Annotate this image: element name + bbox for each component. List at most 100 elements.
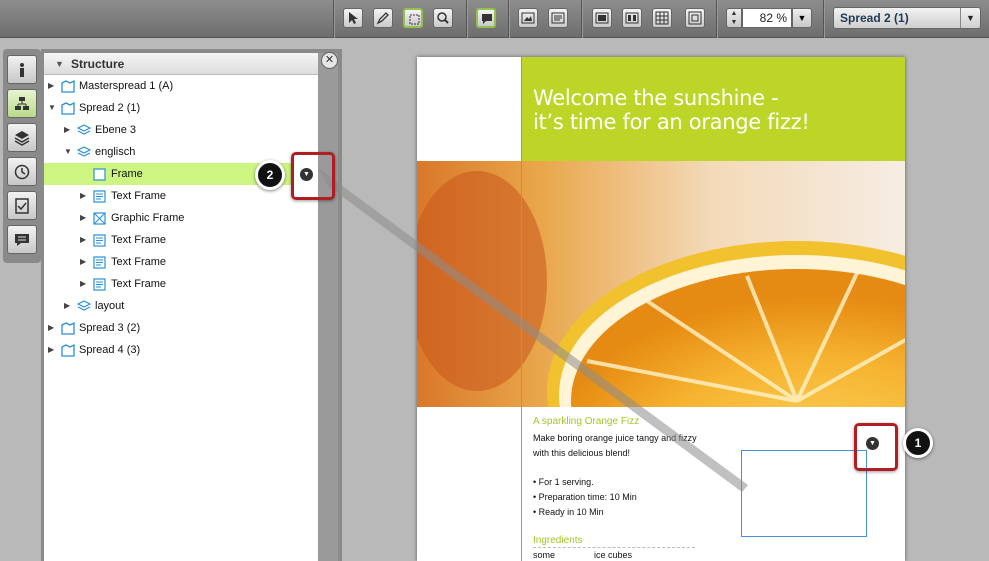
selected-frame-outline[interactable]: [741, 450, 867, 537]
orange-slice-image: [417, 161, 905, 407]
grid-icon: [655, 11, 669, 25]
ingredient-qty[interactable]: some: [533, 550, 555, 560]
chevron-down-icon: ▼: [960, 8, 980, 28]
tree-row-label: layout: [95, 300, 125, 312]
bullet-servings[interactable]: • For 1 serving.: [533, 477, 594, 487]
tree-row[interactable]: ▶ Text Frame: [44, 273, 318, 295]
collapsed-triangle-icon[interactable]: ▶: [48, 317, 58, 339]
tree-row[interactable]: ▶ Graphic Frame: [44, 207, 318, 229]
recipe-subhead[interactable]: A sparkling Orange Fizz: [533, 416, 639, 427]
single-page-view-button[interactable]: [592, 8, 612, 28]
panel-divider[interactable]: [318, 53, 338, 561]
collapsed-triangle-icon[interactable]: ▶: [80, 207, 90, 229]
zoom-stepper[interactable]: ▲ ▼: [726, 8, 742, 28]
callout-badge-2: 2: [255, 160, 285, 190]
tree-row-label: Spread 2 (1): [79, 102, 141, 114]
structure-tree: ▼ Structure ▶ Masterspread 1 (A) ▼ Spread 2…: [44, 53, 318, 561]
intro-line-1[interactable]: Make boring orange juice tangy and fizzy: [533, 433, 697, 443]
select-arrow-icon: [349, 12, 358, 24]
expanded-triangle-icon[interactable]: ▼: [48, 97, 58, 119]
comment-tool-button[interactable]: [476, 8, 496, 28]
tree-row[interactable]: ▶ Text Frame: [44, 251, 318, 273]
zoom-tool-button[interactable]: [433, 8, 453, 28]
info-panel-button[interactable]: [7, 55, 37, 84]
frame-tool-icon: [409, 14, 420, 25]
main-toolbar: ▲ ▼ 82 % ▼ Spread 2 (1) ▼: [0, 0, 989, 38]
collapsed-triangle-icon[interactable]: ▶: [48, 339, 58, 361]
collapsed-triangle-icon[interactable]: ▶: [48, 75, 58, 97]
spread-selector[interactable]: Spread 2 (1) ▼: [833, 7, 981, 29]
bullet-prep-time[interactable]: • Preparation time: 10 Min: [533, 492, 637, 502]
tree-row-label: Frame: [111, 168, 143, 180]
intro-line-2[interactable]: with this delicious blend!: [533, 448, 630, 458]
zoom-down-icon[interactable]: ▼: [727, 18, 741, 27]
structure-panel-header[interactable]: ▼ Structure: [44, 53, 318, 75]
spread-icon: [61, 343, 75, 365]
orange-photo[interactable]: [417, 161, 905, 407]
frame-options-dropdown-icon[interactable]: ▼: [300, 168, 313, 181]
fit-page-icon: [688, 11, 702, 25]
checklist-panel-button[interactable]: [7, 191, 37, 220]
tree-row[interactable]: ▶ Masterspread 1 (A): [44, 75, 318, 97]
tree-row[interactable]: ▼ Spread 2 (1): [44, 97, 318, 119]
structure-panel-button[interactable]: [7, 89, 37, 118]
collapse-triangle-icon[interactable]: ▼: [55, 53, 64, 75]
pen-icon: [376, 12, 389, 25]
headline-block[interactable]: Welcome the sunshine - it’s time for an …: [522, 57, 905, 161]
collapsed-triangle-icon[interactable]: ▶: [64, 295, 74, 317]
magnifier-icon: [437, 12, 449, 24]
select-tool-button[interactable]: [343, 8, 363, 28]
text-view-button[interactable]: [548, 8, 568, 28]
image-view-button[interactable]: [518, 8, 538, 28]
tree-row-label: Text Frame: [111, 234, 167, 246]
headline-line-2: it’s time for an orange fizz!: [533, 110, 810, 134]
fit-view-button[interactable]: [685, 8, 705, 28]
document-page[interactable]: Welcome the sunshine - it’s time for an …: [417, 57, 905, 561]
tree-row[interactable]: ▼ englisch: [44, 141, 318, 163]
clock-icon: [14, 164, 30, 180]
tree-row[interactable]: ▶ Spread 4 (3): [44, 339, 318, 361]
panel-icon-rail: [3, 49, 41, 263]
toolbar-separator: [333, 0, 334, 38]
toolbar-separator: [466, 0, 467, 38]
collapsed-triangle-icon[interactable]: ▶: [80, 273, 90, 295]
tree-row[interactable]: ▶ Spread 3 (2): [44, 317, 318, 339]
tree-row-label: Ebene 3: [95, 124, 136, 136]
toolbar-separator: [716, 0, 717, 38]
comments-panel-button[interactable]: [7, 225, 37, 254]
frame-tool-button[interactable]: [403, 8, 423, 28]
tree-row-label: Text Frame: [111, 190, 167, 202]
zoom-up-icon[interactable]: ▲: [727, 9, 741, 18]
ingredient-item[interactable]: ice cubes: [594, 550, 632, 560]
tree-row-label: Spread 3 (2): [79, 322, 141, 334]
toolbar-separator: [581, 0, 582, 38]
toolbar-separator: [508, 0, 509, 38]
ingredients-heading[interactable]: Ingredients: [533, 535, 582, 546]
tree-row-label: Text Frame: [111, 278, 167, 290]
history-panel-button[interactable]: [7, 157, 37, 186]
collapsed-triangle-icon[interactable]: ▶: [80, 251, 90, 273]
pen-tool-button[interactable]: [373, 8, 393, 28]
checklist-icon: [15, 198, 29, 214]
zoom-input[interactable]: 82 %: [742, 8, 792, 28]
grid-view-button[interactable]: [652, 8, 672, 28]
toolbar-separator: [823, 0, 824, 38]
tree-row-label: englisch: [95, 146, 136, 158]
tree-row[interactable]: ▶ Text Frame: [44, 229, 318, 251]
structure-panel: ▼ Structure ▶ Masterspread 1 (A) ▼ Spread 2…: [41, 49, 342, 561]
collapsed-triangle-icon[interactable]: ▶: [80, 229, 90, 251]
frame-context-dropdown-icon[interactable]: ▼: [866, 437, 879, 450]
facing-pages-view-button[interactable]: [622, 8, 642, 28]
collapsed-triangle-icon[interactable]: ▶: [80, 185, 90, 207]
bullet-ready-time[interactable]: • Ready in 10 Min: [533, 507, 604, 517]
tree-row[interactable]: ▶ Ebene 3: [44, 119, 318, 141]
info-icon: [20, 63, 24, 77]
tree-row[interactable]: ▶ layout: [44, 295, 318, 317]
comment-icon: [482, 14, 492, 24]
layers-panel-button[interactable]: [7, 123, 37, 152]
close-panel-icon[interactable]: ✕: [321, 52, 338, 69]
collapsed-triangle-icon[interactable]: ▶: [64, 119, 74, 141]
callout-badge-1: 1: [903, 428, 933, 458]
expanded-triangle-icon[interactable]: ▼: [64, 141, 74, 163]
zoom-dropdown-button[interactable]: ▼: [792, 8, 812, 28]
